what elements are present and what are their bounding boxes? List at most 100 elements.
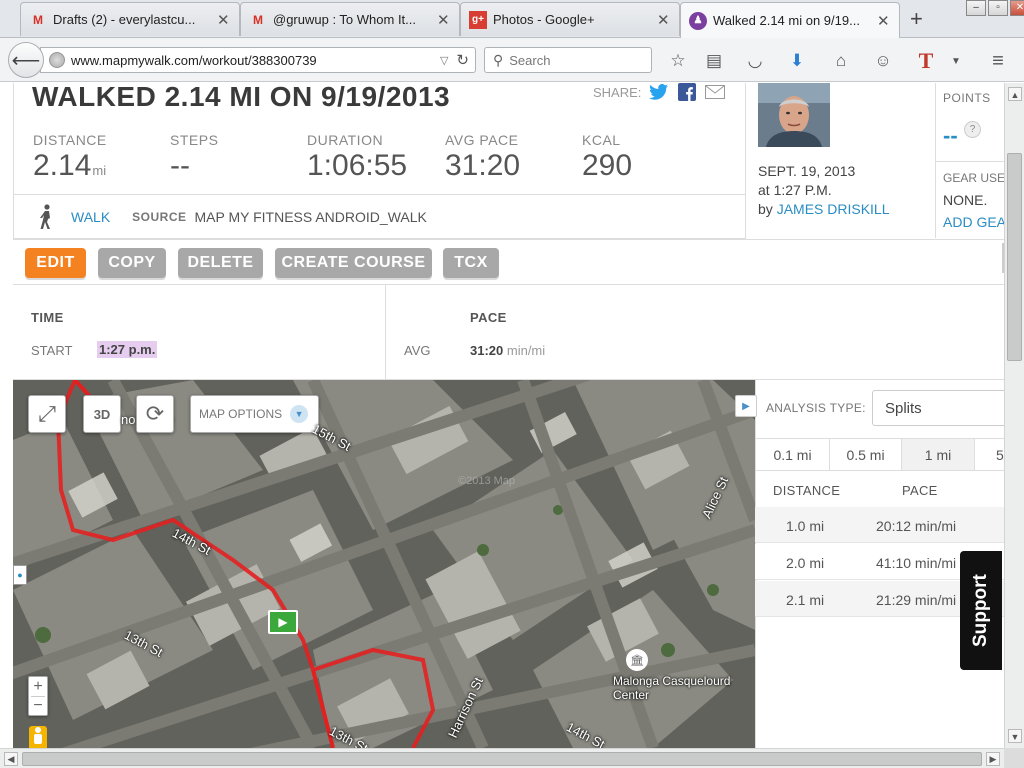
home-icon[interactable]: ⌂ bbox=[830, 50, 852, 72]
new-tab-icon[interactable]: + bbox=[910, 6, 923, 32]
create-course-button[interactable]: CREATE COURSE bbox=[275, 248, 432, 278]
search-icon: ⚲ bbox=[493, 51, 504, 68]
collapse-panel-button[interactable]: ▶ bbox=[735, 395, 757, 417]
split-distance: 2.0 mi bbox=[786, 555, 825, 571]
vertical-scroll-thumb[interactable] bbox=[1007, 153, 1022, 361]
facebook-icon[interactable] bbox=[677, 83, 697, 101]
email-icon[interactable] bbox=[705, 83, 726, 101]
avg-pace-number: 31:20 bbox=[470, 343, 504, 358]
street-view-pegman-icon[interactable] bbox=[29, 726, 47, 748]
3d-button[interactable]: 3D bbox=[83, 395, 121, 433]
delete-button[interactable]: DELETE bbox=[178, 248, 263, 278]
tcx-button[interactable]: TCX bbox=[443, 248, 499, 278]
twitter-icon[interactable] bbox=[649, 83, 669, 101]
split-tab-0-5[interactable]: 0.5 mi bbox=[829, 438, 902, 471]
fullscreen-icon: ⤢ bbox=[38, 401, 56, 426]
split-tab-1[interactable]: 1 mi bbox=[901, 438, 975, 471]
horizontal-scroll-thumb[interactable] bbox=[22, 752, 982, 766]
location-marker-icon[interactable]: ● bbox=[13, 565, 27, 585]
points-label: POINTS bbox=[943, 91, 991, 105]
table-row[interactable]: 1.0 mi 20:12 min/mi bbox=[755, 507, 1004, 543]
browser-tab-walked[interactable]: ♟ Walked 2.14 mi on 9/19... ✕ bbox=[680, 2, 900, 38]
window-controls: – ▫ ✕ bbox=[966, 0, 1024, 16]
start-marker-icon[interactable]: ▶ bbox=[268, 610, 298, 634]
split-tab-0-1[interactable]: 0.1 mi bbox=[755, 438, 830, 471]
close-window-icon[interactable]: ✕ bbox=[1010, 0, 1024, 16]
scroll-up-arrow-icon[interactable]: ▲ bbox=[1008, 87, 1022, 101]
avg-label: AVG bbox=[404, 343, 431, 358]
scroll-down-arrow-icon[interactable]: ▼ bbox=[1008, 729, 1022, 743]
map-options-dropdown[interactable]: MAP OPTIONS ▼ bbox=[190, 395, 319, 433]
search-placeholder: Search bbox=[509, 52, 551, 68]
points-divider bbox=[936, 161, 1004, 162]
close-tab-icon[interactable]: ✕ bbox=[217, 11, 231, 29]
reload-icon[interactable]: ↻ bbox=[456, 51, 469, 69]
user-card: SEPT. 19, 2013 at 1:27 P.M. by JAMES DRI… bbox=[745, 83, 935, 238]
maximize-icon[interactable]: ▫ bbox=[988, 0, 1008, 16]
zoom-out-button[interactable]: − bbox=[33, 697, 42, 715]
by-prefix: by bbox=[758, 201, 773, 217]
scroll-left-arrow-icon[interactable]: ◀ bbox=[4, 752, 18, 766]
avatar[interactable] bbox=[758, 83, 830, 147]
gmail-icon: M bbox=[253, 12, 263, 27]
tab-title: @gruwup : To Whom It... bbox=[273, 12, 417, 27]
tab-title: Drafts (2) - everylastcu... bbox=[53, 12, 196, 27]
analysis-type-select[interactable]: Splits bbox=[872, 390, 1004, 426]
back-button[interactable]: ⟵ bbox=[8, 42, 44, 78]
avg-pace-row: 31:20 min/mi bbox=[470, 343, 545, 358]
duration-value: 1:06:55 bbox=[307, 149, 408, 182]
fullscreen-button[interactable]: ⤢ bbox=[28, 395, 66, 433]
minimize-icon[interactable]: – bbox=[966, 0, 986, 16]
user-name-link[interactable]: JAMES DRISKILL bbox=[777, 201, 890, 217]
browser-tab-photos[interactable]: g+ Photos - Google+ ✕ bbox=[460, 2, 680, 36]
bookmark-star-icon[interactable]: ☆ bbox=[667, 50, 689, 72]
action-bar: EDIT COPY DELETE CREATE COURSE TCX bbox=[13, 239, 1004, 285]
extension-t-icon[interactable]: T bbox=[915, 48, 937, 73]
dropdown-arrow-icon[interactable]: ▽ bbox=[440, 54, 448, 67]
distance-unit: mi bbox=[92, 163, 107, 178]
page-content: WALKED 2.14 MI ON 9/19/2013 SHARE: DISTA… bbox=[0, 83, 1004, 748]
zoom-in-button[interactable]: + bbox=[33, 678, 42, 696]
copy-button[interactable]: COPY bbox=[98, 248, 166, 278]
distance-number: 2.14 bbox=[33, 149, 92, 182]
browser-tab-gruwup[interactable]: M @gruwup : To Whom It... ✕ bbox=[240, 2, 460, 36]
distance-value: 2.14mi bbox=[33, 149, 106, 183]
reading-list-icon[interactable]: ▤ bbox=[703, 50, 725, 72]
split-distance: 1.0 mi bbox=[786, 518, 825, 534]
steps-label: STEPS bbox=[170, 132, 219, 148]
route-map[interactable]: ⤢ 3D no ive ⟳ MAP OPTIONS ▼ 15th St 14th… bbox=[13, 380, 755, 748]
close-tab-icon[interactable]: ✕ bbox=[437, 11, 451, 29]
chat-icon[interactable]: ☺ bbox=[872, 50, 894, 72]
extension-dropdown-icon[interactable]: ▼ bbox=[945, 50, 967, 72]
rotate-button[interactable]: ⟳ bbox=[136, 395, 174, 433]
close-tab-icon[interactable]: ✕ bbox=[657, 11, 671, 29]
download-icon[interactable]: ⬇ bbox=[786, 50, 808, 72]
address-url: www.mapmywalk.com/workout/388300739 bbox=[71, 52, 317, 68]
pocket-icon[interactable]: ◡ bbox=[744, 50, 766, 72]
share-bar: SHARE: bbox=[593, 83, 726, 101]
pace-heading: PACE bbox=[470, 310, 507, 325]
vertical-scrollbar[interactable]: ▲ ▼ bbox=[1004, 83, 1024, 748]
search-input[interactable]: ⚲ Search bbox=[484, 47, 652, 73]
scroll-right-arrow-icon[interactable]: ▶ bbox=[986, 752, 1000, 766]
add-gear-link[interactable]: ADD GEA bbox=[943, 214, 1004, 230]
horizontal-scrollbar[interactable]: ◀ ▶ bbox=[0, 748, 1004, 768]
split-tab-5[interactable]: 5 bbox=[974, 438, 1004, 471]
edit-button[interactable]: EDIT bbox=[25, 248, 86, 278]
browser-tab-drafts[interactable]: M Drafts (2) - everylastcu... ✕ bbox=[20, 2, 240, 36]
close-tab-icon[interactable]: ✕ bbox=[877, 12, 891, 30]
duration-label: DURATION bbox=[307, 132, 384, 148]
menu-icon[interactable]: ≡ bbox=[987, 50, 1009, 72]
kcal-value: 290 bbox=[582, 149, 633, 182]
distance-column-header: DISTANCE bbox=[773, 483, 841, 498]
support-tab[interactable]: Support bbox=[960, 551, 1002, 670]
refresh-icon: ⟳ bbox=[145, 401, 165, 426]
landmark-icon[interactable]: 🏛 bbox=[626, 649, 648, 671]
activity-type-link[interactable]: WALK bbox=[71, 209, 110, 225]
avg-pace-unit: min/mi bbox=[506, 343, 546, 358]
address-bar[interactable]: www.mapmywalk.com/workout/388300739 ▽ ↻ bbox=[40, 47, 476, 73]
workout-date: SEPT. 19, 2013 bbox=[758, 163, 856, 179]
help-icon[interactable]: ? bbox=[964, 121, 981, 138]
chevron-down-icon: ▼ bbox=[290, 405, 309, 423]
pace-column-header: PACE bbox=[902, 483, 938, 498]
